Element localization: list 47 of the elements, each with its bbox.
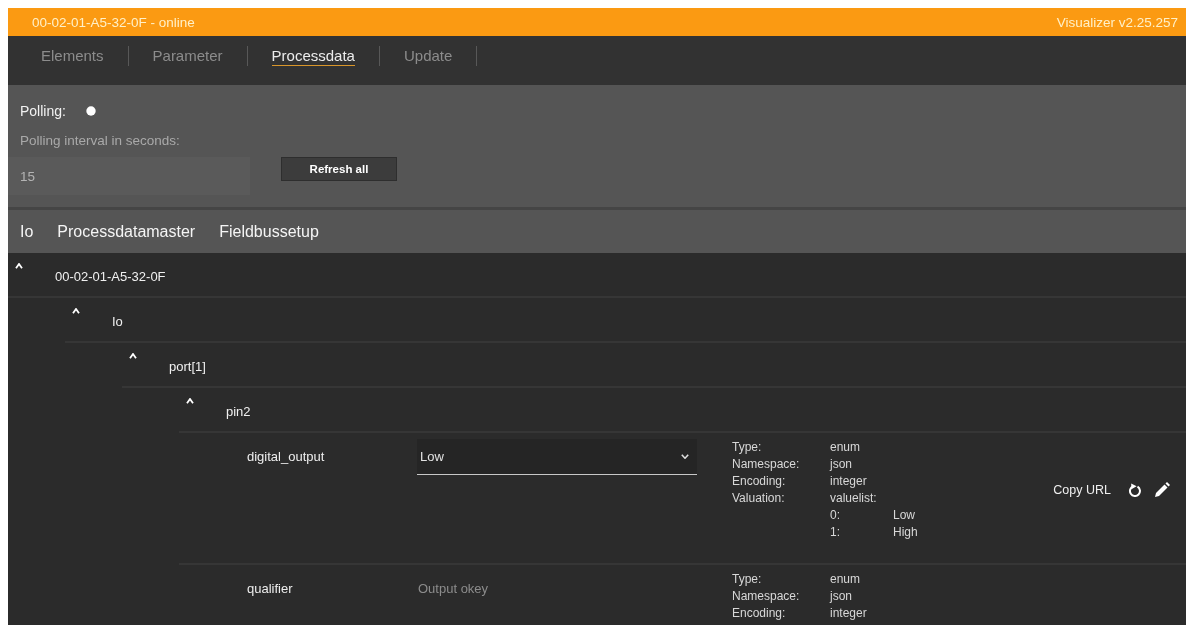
info-value: json — [830, 588, 852, 605]
info-label: Encoding: — [732, 605, 786, 622]
valuelist-key: 1: — [830, 524, 840, 541]
info-label: Namespace: — [732, 456, 800, 473]
tree-node-label: 00-02-01-A5-32-0F — [55, 269, 166, 285]
status-dot-icon[interactable] — [85, 106, 96, 116]
value-text: Output okey — [417, 580, 489, 598]
refresh-all-button[interactable]: Refresh all — [281, 157, 397, 181]
device-status-label: 00-02-01-A5-32-0F - online — [32, 14, 195, 30]
polling-label: Polling: — [20, 103, 66, 119]
info-label: Encoding: — [732, 473, 786, 490]
value-dropdown[interactable]: Low — [417, 439, 697, 475]
tab[interactable]: Parameter — [152, 47, 223, 66]
tree-node-label: port[1] — [169, 359, 206, 375]
version-label: Visualizer v2.25.257 — [1056, 14, 1178, 30]
valuelist-label: High — [893, 524, 918, 541]
parameter-name: digital_output — [247, 448, 326, 466]
info-value: integer — [830, 605, 867, 622]
info-value: json — [830, 456, 852, 473]
circular-arrow-icon[interactable] — [1128, 483, 1142, 497]
tree-node-label: pin2 — [226, 404, 251, 420]
pencil-icon[interactable] — [1154, 482, 1170, 498]
tree-node-label: Io — [112, 314, 123, 330]
section-link[interactable]: Io — [20, 222, 34, 241]
chevron-down-icon — [681, 454, 689, 459]
info-label: Valuation: — [732, 490, 785, 507]
info-value: enum — [830, 571, 861, 588]
chevron-up-icon[interactable] — [72, 308, 80, 314]
info-label: Namespace: — [732, 588, 800, 605]
info-value: valuelist: — [830, 490, 877, 507]
valuelist-key: 0: — [830, 507, 840, 524]
info-value: enum — [830, 439, 861, 456]
info-label: Type: — [732, 571, 762, 588]
section-link[interactable]: Fieldbussetup — [219, 222, 319, 241]
interval-label: Polling interval in seconds: — [20, 133, 181, 149]
tab[interactable]: Update — [403, 47, 453, 66]
chevron-up-icon[interactable] — [15, 263, 23, 269]
info-label: Type: — [732, 439, 762, 456]
valuelist-label: Low — [893, 507, 915, 524]
chevron-up-icon[interactable] — [186, 398, 194, 404]
chevron-up-icon[interactable] — [129, 353, 137, 359]
section-link[interactable]: Processdatamaster — [57, 222, 196, 241]
parameter-name: qualifier — [247, 580, 294, 598]
info-value: integer — [830, 473, 867, 490]
copy-url-link[interactable]: Copy URL — [1053, 483, 1111, 497]
tab[interactable]: Processdata — [271, 47, 355, 66]
tab[interactable]: Elements — [41, 47, 104, 66]
